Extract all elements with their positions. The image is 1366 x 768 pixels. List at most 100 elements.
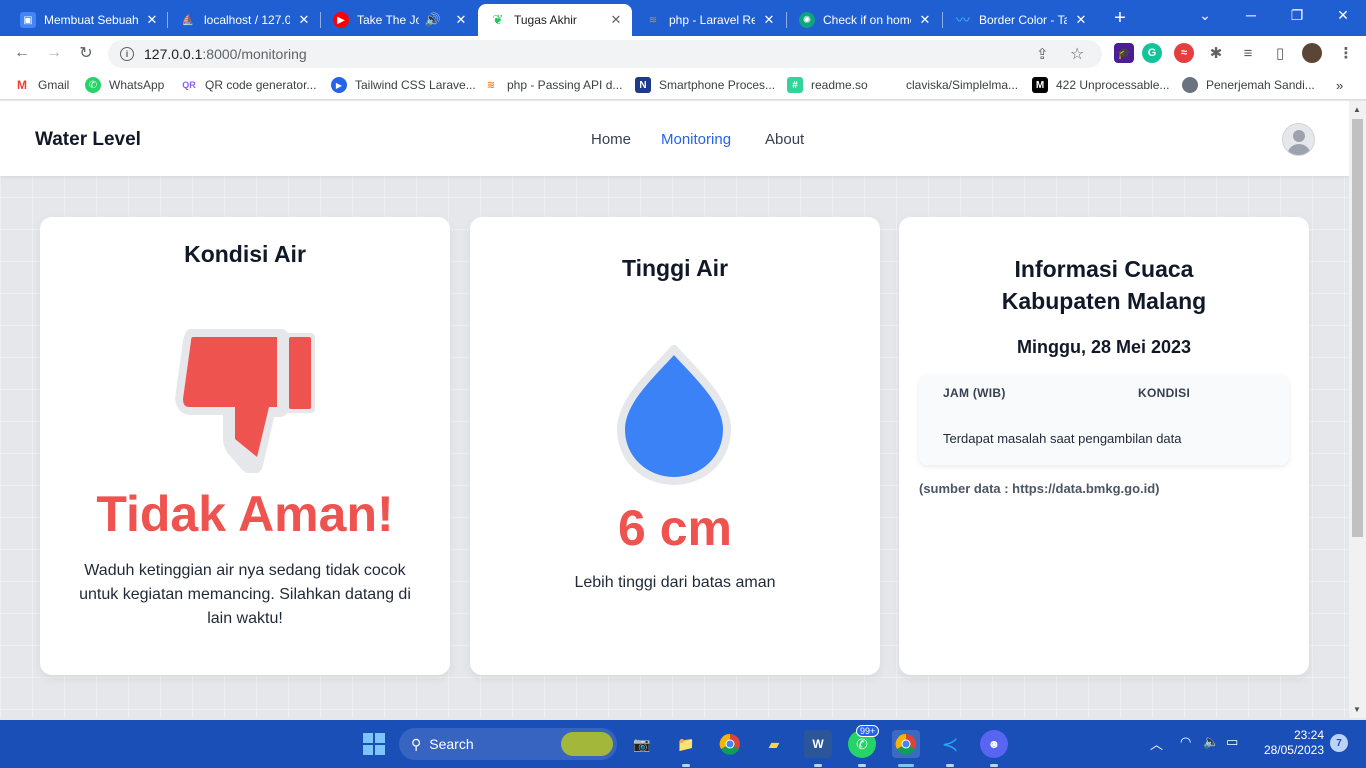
browser-tab-0[interactable]: ▣ Membuat Sebuah ✕ bbox=[8, 4, 168, 36]
bookmark-label: claviska/Simplelma... bbox=[906, 78, 1019, 92]
avatar-head bbox=[1293, 130, 1305, 142]
bookmarks-bar: M Gmail ✆ WhatsApp QR QR code generator.… bbox=[0, 70, 1366, 100]
address-bar[interactable]: i 127.0.0.1:8000/monitoring ⇪ ☆ bbox=[108, 40, 1102, 68]
running-indicator bbox=[990, 764, 998, 767]
browser-tab-3-active[interactable]: ❦ Tugas Akhir ✕ bbox=[478, 4, 632, 36]
tab-title: Tugas Akhir bbox=[514, 13, 577, 27]
side-panel-icon[interactable]: ▯ bbox=[1270, 43, 1290, 63]
close-window-button[interactable]: ✕ bbox=[1320, 0, 1366, 30]
restore-button[interactable]: ❐ bbox=[1274, 0, 1320, 30]
table-header-condition: KONDISI bbox=[1138, 386, 1191, 400]
browser-tab-1[interactable]: ⛵ localhost / 127.0. ✕ bbox=[168, 4, 320, 36]
volume-icon[interactable]: 🔈 bbox=[1203, 734, 1219, 750]
tab-search-button[interactable]: ⌄ bbox=[1182, 0, 1228, 30]
whatsapp-badge: 99+ bbox=[856, 725, 880, 737]
bookmark-tailwind-laravel[interactable]: ▶ Tailwind CSS Larave... bbox=[331, 76, 476, 94]
chatgpt-icon: ✺ bbox=[799, 12, 815, 28]
page-scrollbar[interactable]: ▲ ▼ bbox=[1349, 101, 1366, 718]
media-queue-icon[interactable]: ≡ bbox=[1238, 43, 1258, 63]
minimize-button[interactable]: ─ bbox=[1228, 0, 1274, 30]
bookmark-star-icon[interactable]: ☆ bbox=[1070, 44, 1084, 64]
speaker-icon[interactable]: 🔊 bbox=[425, 12, 441, 28]
play-icon: ▶ bbox=[331, 77, 347, 93]
taskbar-search[interactable]: ⚲ Search bbox=[399, 728, 617, 760]
bookmark-php-api[interactable]: ≋ php - Passing API d... bbox=[483, 76, 623, 94]
condition-title: Kondisi Air bbox=[184, 241, 306, 267]
close-icon[interactable]: ✕ bbox=[917, 12, 933, 28]
windows-start-icon[interactable] bbox=[360, 730, 388, 758]
new-tab-button[interactable]: + bbox=[1108, 6, 1132, 30]
browser-tab-2[interactable]: ▶ Take The Jour 🔊 ✕ bbox=[321, 4, 477, 36]
weather-title: Informasi Cuaca Kabupaten Malang bbox=[899, 253, 1309, 317]
grammarly-icon[interactable]: G bbox=[1142, 43, 1162, 63]
browser-tab-6[interactable]: 〰 Border Color - Ta ✕ bbox=[943, 4, 1097, 36]
site-navbar: Water Level Home Monitoring About bbox=[0, 101, 1349, 176]
vscode-icon[interactable]: ≺ bbox=[936, 730, 964, 758]
bookmark-whatsapp[interactable]: ✆ WhatsApp bbox=[85, 76, 164, 94]
bookmark-label: Smartphone Proces... bbox=[659, 78, 776, 92]
browser-tab-5[interactable]: ✺ Check if on home ✕ bbox=[787, 4, 941, 36]
file-explorer-icon[interactable]: 📁 bbox=[672, 730, 700, 758]
camera-app-icon[interactable]: 📷 bbox=[628, 730, 656, 758]
close-icon[interactable]: ✕ bbox=[761, 12, 777, 28]
wifi-icon[interactable]: ◠ bbox=[1180, 734, 1191, 750]
reload-button[interactable]: ↻ bbox=[74, 41, 98, 65]
system-clock[interactable]: 23:24 28/05/2023 bbox=[1258, 728, 1324, 758]
discord-icon[interactable]: ☻ bbox=[980, 730, 1008, 758]
bookmark-label: Tailwind CSS Larave... bbox=[355, 78, 476, 92]
close-icon[interactable]: ✕ bbox=[453, 12, 469, 28]
site-info-icon[interactable]: i bbox=[120, 47, 134, 61]
menu-kebab-icon[interactable]: ⋮ bbox=[1336, 43, 1356, 63]
site-brand[interactable]: Water Level bbox=[35, 129, 141, 151]
scroll-up-arrow-icon[interactable]: ▲ bbox=[1353, 105, 1361, 114]
bookmark-qr[interactable]: QR QR code generator... bbox=[181, 76, 316, 94]
bookmark-readme[interactable]: # readme.so bbox=[787, 76, 868, 94]
nav-home[interactable]: Home bbox=[591, 131, 631, 148]
condition-card: Kondisi Air Tidak Aman! Waduh ketinggian… bbox=[40, 217, 450, 675]
avatar-body bbox=[1287, 144, 1311, 155]
tray-overflow-chevron-icon[interactable]: ︿ bbox=[1150, 734, 1163, 753]
leaf-icon: ❦ bbox=[492, 12, 504, 27]
forward-button[interactable]: → bbox=[42, 41, 66, 65]
search-label: Search bbox=[429, 736, 474, 752]
chrome-profile-icon[interactable] bbox=[892, 730, 920, 758]
bookmark-label: 422 Unprocessable... bbox=[1056, 78, 1170, 92]
sticky-notes-icon[interactable]: ▰ bbox=[760, 730, 788, 758]
profile-icon: ▣ bbox=[20, 12, 36, 28]
close-icon[interactable]: ✕ bbox=[608, 12, 624, 28]
running-indicator bbox=[814, 764, 822, 767]
extension-red-icon[interactable]: ≈ bbox=[1174, 43, 1194, 63]
bookmark-label: Penerjemah Sandi... bbox=[1206, 78, 1315, 92]
page-viewport: Water Level Home Monitoring About Kondis… bbox=[0, 101, 1349, 718]
word-icon[interactable]: W bbox=[804, 730, 832, 758]
tab-title: Border Color - Ta bbox=[979, 13, 1067, 27]
extensions-puzzle-icon[interactable]: ✱ bbox=[1206, 43, 1226, 63]
bookmark-gmail[interactable]: M Gmail bbox=[14, 76, 69, 94]
battery-icon[interactable]: ▭ bbox=[1226, 734, 1238, 750]
scroll-down-arrow-icon[interactable]: ▼ bbox=[1353, 705, 1361, 714]
bookmark-smartphone[interactable]: N Smartphone Proces... bbox=[635, 76, 775, 94]
weather-date: Minggu, 28 Mei 2023 bbox=[1016, 337, 1192, 357]
nav-monitoring[interactable]: Monitoring bbox=[661, 131, 731, 148]
notification-count[interactable]: 7 bbox=[1330, 734, 1348, 752]
profile-avatar-icon[interactable] bbox=[1302, 43, 1322, 63]
chrome-icon[interactable] bbox=[716, 730, 744, 758]
bookmark-penerjemah[interactable]: Penerjemah Sandi... bbox=[1182, 76, 1315, 94]
extension-graduation-icon[interactable]: 🎓 bbox=[1114, 43, 1134, 63]
bookmark-422[interactable]: M 422 Unprocessable... bbox=[1032, 76, 1169, 94]
scrollbar-thumb[interactable] bbox=[1352, 119, 1363, 537]
nav-about[interactable]: About bbox=[765, 131, 804, 148]
url-path: :8000/monitoring bbox=[202, 46, 307, 62]
back-button[interactable]: ← bbox=[10, 41, 34, 65]
close-icon[interactable]: ✕ bbox=[296, 12, 312, 28]
bookmarks-overflow-icon[interactable]: » bbox=[1336, 76, 1343, 94]
bookmark-label: WhatsApp bbox=[109, 78, 165, 92]
share-icon[interactable]: ⇪ bbox=[1036, 45, 1049, 63]
close-icon[interactable]: ✕ bbox=[144, 12, 160, 28]
close-icon[interactable]: ✕ bbox=[1073, 12, 1089, 28]
browser-tab-4[interactable]: ≋ php - Laravel Re ✕ bbox=[633, 4, 785, 36]
bookmark-claviska[interactable]: claviska/Simplelma... bbox=[882, 76, 1018, 94]
bookmark-label: Gmail bbox=[38, 78, 70, 92]
bookmark-label: QR code generator... bbox=[205, 78, 317, 92]
user-avatar[interactable] bbox=[1282, 123, 1315, 156]
